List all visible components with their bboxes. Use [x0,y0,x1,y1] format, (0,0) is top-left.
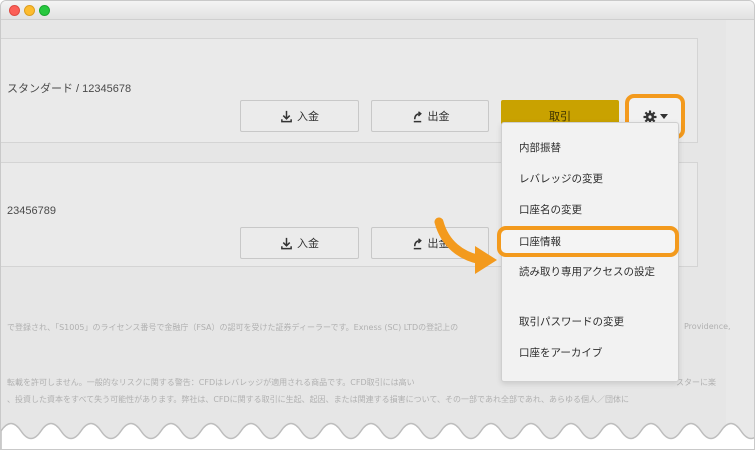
title-bar [1,1,754,20]
upload-icon [413,110,422,122]
withdraw-button[interactable]: 出金 [371,100,489,132]
legal-text-line: 、投資した資本をすべて失う可能性があります。弊社は、CFDに関する取引に生起、起… [7,395,629,404]
account-label: 23456789 [7,205,56,217]
menu-item-account-info[interactable]: 口座情報 [497,226,679,257]
menu-item-change-trading-password[interactable]: 取引パスワードの変更 [519,313,669,331]
browser-window: スタンダード / 12345678 入金 出金 取引 23456789 入金 出… [0,0,755,450]
minimize-window-button[interactable] [24,5,35,16]
menu-item-internal-transfer[interactable]: 内部振替 [519,139,669,157]
deposit-label: 入金 [297,237,319,250]
menu-item-label: 口座情報 [519,235,561,248]
legal-text-line: 転載を許可しません。一般的なリスクに関する警告：CFDはレバレッジが適用される商… [7,378,415,387]
pointer-arrow [434,217,497,274]
caret-down-icon [659,113,668,119]
menu-item-archive-account[interactable]: 口座をアーカイブ [519,344,669,362]
download-icon [281,110,292,122]
legal-text-line: Providence, [684,322,731,331]
maximize-window-button[interactable] [39,5,50,16]
upload-icon [413,237,422,249]
deposit-button[interactable]: 入金 [240,227,359,259]
menu-item-readonly-access[interactable]: 読み取り専用アクセスの設定 [519,263,659,281]
deposit-button[interactable]: 入金 [240,100,359,132]
menu-item-rename-account[interactable]: 口座名の変更 [519,201,669,219]
account-label: スタンダード / 12345678 [7,83,132,95]
account-settings-menu: 内部振替 レバレッジの変更 口座名の変更 口座情報 読み取り専用アクセスの設定 … [497,122,679,382]
scroll-area [726,20,754,449]
legal-text-line: で登録され、「S1005」のライセンス番号で金融庁（FSA）の認可を受けた証券デ… [7,323,459,332]
page-content: スタンダード / 12345678 入金 出金 取引 23456789 入金 出… [1,20,754,449]
torn-edge-decoration [1,422,754,449]
menu-item-change-leverage[interactable]: レバレッジの変更 [519,170,669,188]
deposit-label: 入金 [297,110,319,123]
withdraw-label: 出金 [427,110,450,123]
legal-text-line: スターに楽 [676,378,716,387]
download-icon [281,237,292,249]
close-window-button[interactable] [9,5,20,16]
